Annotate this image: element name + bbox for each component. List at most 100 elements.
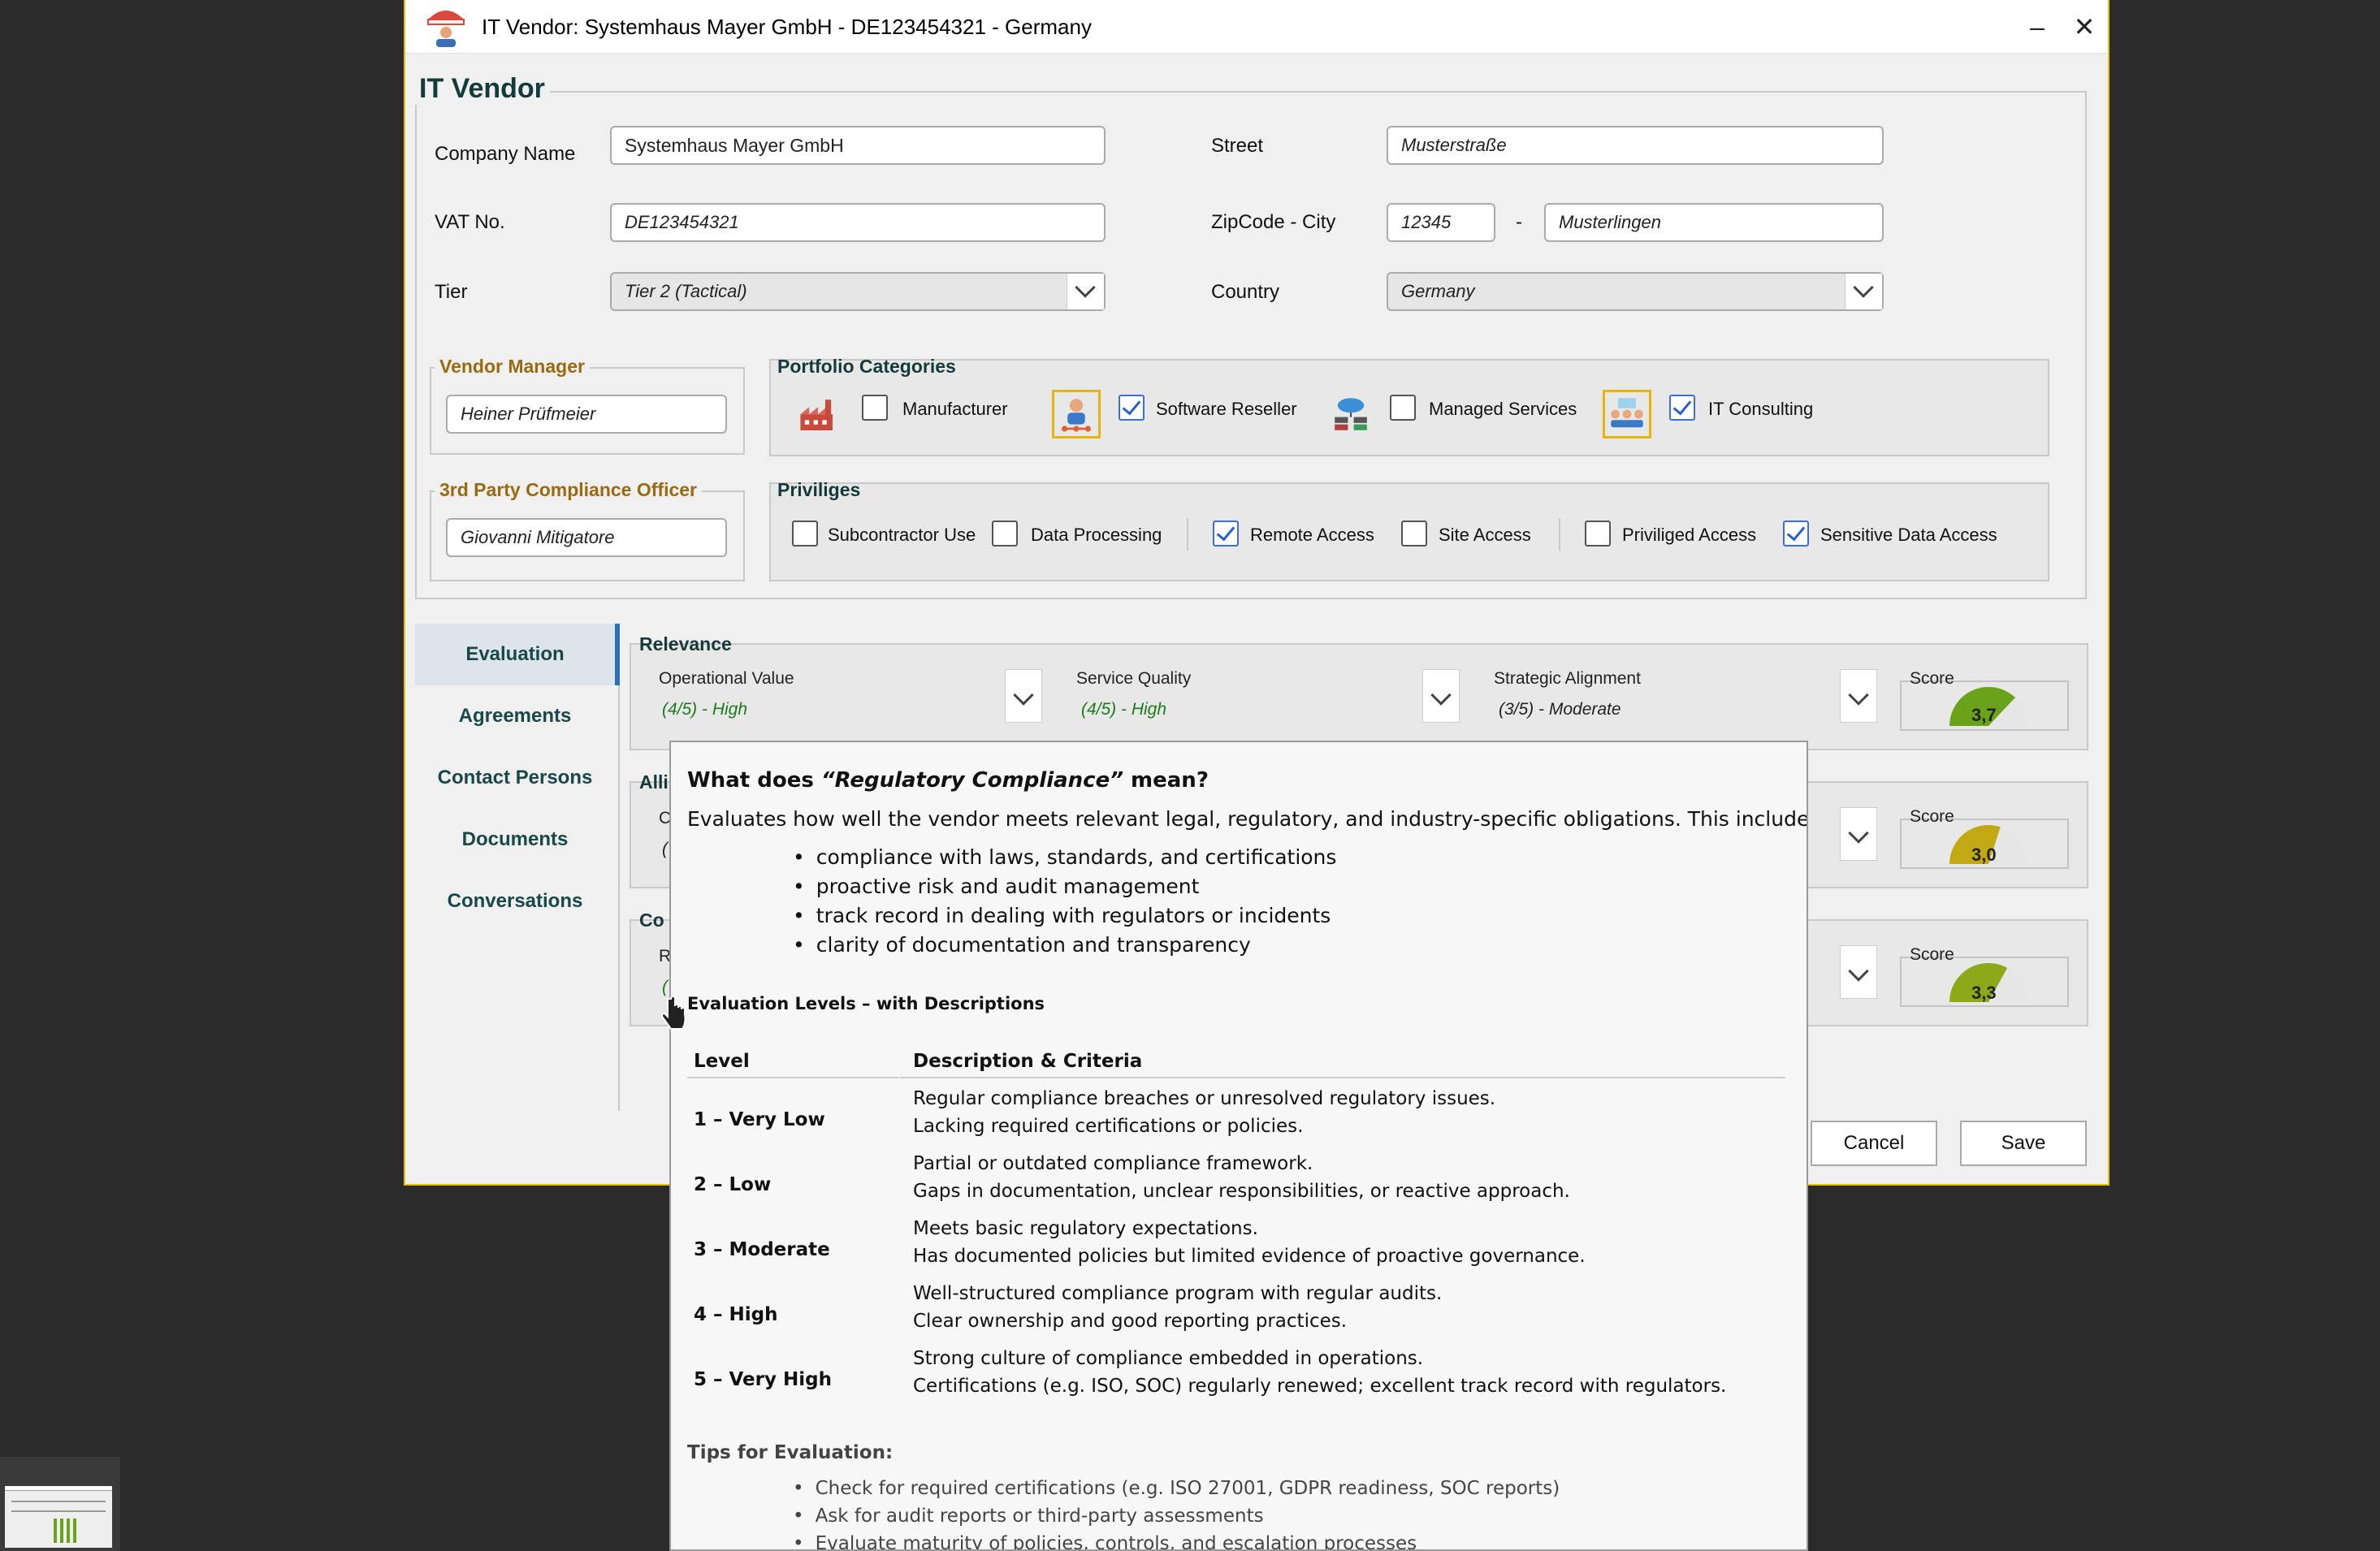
country-select[interactable]: Germany	[1387, 272, 1884, 311]
operational-value-dropdown[interactable]	[1005, 669, 1042, 723]
level-3: 3 – Moderate	[694, 1239, 830, 1260]
level-2: 2 – Low	[694, 1174, 772, 1195]
priviliged-access-checkbox[interactable]	[1585, 521, 1611, 547]
bullet-item: compliance with laws, standards, and cer…	[793, 843, 1337, 872]
tab-documents[interactable]: Documents	[415, 809, 615, 871]
site-access-label: Site Access	[1439, 525, 1531, 545]
level-5-description: Strong culture of compliance embedded in…	[913, 1348, 1727, 1397]
compliance-officer-input[interactable]: Giovanni Mitigatore	[446, 518, 727, 557]
zip-city-separator: -	[1516, 211, 1522, 233]
subcontractor-use-label: Subcontractor Use	[828, 525, 976, 545]
city-input[interactable]: Musterlingen	[1544, 203, 1884, 242]
remote-access-checkbox[interactable]	[1213, 521, 1239, 547]
sensitive-data-access-label: Sensitive Data Access	[1820, 525, 1997, 545]
vendor-manager-input[interactable]: Heiner Prüfmeier	[446, 395, 727, 434]
vat-input[interactable]: DE123454321	[610, 203, 1106, 242]
tab-contact-persons[interactable]: Contact Persons	[415, 747, 615, 809]
privileges-title: Priviliges	[777, 479, 861, 500]
it-consulting-checkbox[interactable]	[1669, 395, 1695, 421]
description-column-header: Description & Criteria	[913, 1051, 1143, 1072]
relevance-title: Relevance	[639, 633, 732, 655]
remote-access-label: Remote Access	[1250, 525, 1374, 545]
compliance-score-value: 3,3	[1971, 983, 1997, 1003]
chevron-down-icon	[1848, 961, 1869, 982]
compliance-officer-title: 3rd Party Compliance Officer	[435, 479, 702, 501]
thumbnail-preview	[5, 1486, 112, 1548]
data-processing-checkbox[interactable]	[992, 521, 1018, 547]
service-quality-dropdown[interactable]	[1422, 669, 1460, 723]
portfolio-title: Portfolio Categories	[777, 356, 956, 377]
tip-item: Ask for audit reports or third-party ass…	[793, 1502, 1560, 1530]
zip-city-label: ZipCode - City	[1211, 211, 1336, 233]
alliance-dropdown[interactable]	[1840, 807, 1877, 861]
tier-dropdown-button[interactable]	[1067, 274, 1104, 309]
close-window-button[interactable]: ✕	[2066, 8, 2103, 45]
level-column-header: Level	[694, 1051, 750, 1072]
operational-value-value[interactable]: (4/5) - High	[662, 700, 747, 719]
bullet-item: track record in dealing with regulators …	[793, 901, 1336, 931]
managed-services-label: Managed Services	[1429, 399, 1577, 419]
subcontractor-use-checkbox[interactable]	[792, 521, 818, 547]
alliance-criterion-value: (	[662, 840, 668, 858]
tab-conversations[interactable]: Conversations	[415, 871, 615, 932]
relevance-score-value: 3,7	[1971, 705, 1997, 725]
software-reseller-label: Software Reseller	[1156, 399, 1297, 419]
chevron-down-icon	[1848, 685, 1869, 706]
tooltip-bullets: compliance with laws, standards, and cer…	[793, 843, 1337, 960]
sensitive-data-access-checkbox[interactable]	[1783, 521, 1809, 547]
factory-icon	[794, 391, 842, 440]
managed-services-checkbox[interactable]	[1390, 395, 1416, 421]
country-label: Country	[1211, 281, 1280, 303]
tooltip-intro: Evaluates how well the vendor meets rele…	[687, 807, 1808, 831]
consulting-icon	[1603, 390, 1651, 439]
country-value: Germany	[1401, 281, 1475, 301]
tip-item: Check for required certifications (e.g. …	[793, 1475, 1560, 1502]
tips-title: Tips for Evaluation:	[687, 1442, 894, 1463]
manufacturer-checkbox[interactable]	[862, 395, 888, 421]
bullet-item: clarity of documentation and transparenc…	[793, 931, 1336, 960]
level-2-description: Partial or outdated compliance framework…	[913, 1153, 1570, 1202]
country-dropdown-button[interactable]	[1845, 274, 1882, 309]
save-button[interactable]: Save	[1960, 1121, 2087, 1166]
it-consulting-label: IT Consulting	[1708, 399, 1814, 419]
level-5: 5 – Very High	[694, 1369, 832, 1390]
vendor-manager-title: Vendor Manager	[435, 356, 590, 378]
tier-select[interactable]: Tier 2 (Tactical)	[610, 272, 1106, 311]
compliance-title: Co	[639, 909, 664, 931]
tab-evaluation[interactable]: Evaluation	[415, 624, 615, 685]
compliance-dropdown[interactable]	[1840, 945, 1877, 999]
vendor-app-icon	[427, 11, 465, 47]
strategic-alignment-value[interactable]: (3/5) - Moderate	[1499, 700, 1621, 719]
chevron-down-icon	[1848, 823, 1869, 844]
hand-cursor-icon	[661, 996, 686, 1030]
service-quality-label: Service Quality	[1076, 669, 1192, 688]
window-thumbnail[interactable]	[0, 1457, 120, 1551]
level-1: 1 – Very Low	[694, 1109, 825, 1130]
tips-list: Check for required certifications (e.g. …	[793, 1475, 1560, 1549]
tip-item: Evaluate maturity of policies, controls,…	[793, 1530, 1560, 1549]
company-name-label: Company Name	[435, 143, 576, 165]
site-access-checkbox[interactable]	[1401, 521, 1427, 547]
tier-value: Tier 2 (Tactical)	[625, 281, 747, 301]
street-input[interactable]: Musterstraße	[1387, 126, 1884, 165]
alliance-title: Alli	[639, 771, 669, 793]
cancel-button[interactable]: Cancel	[1811, 1121, 1937, 1166]
strategic-alignment-dropdown[interactable]	[1840, 669, 1877, 723]
reseller-icon	[1052, 390, 1101, 439]
service-quality-value[interactable]: (4/5) - High	[1081, 700, 1166, 719]
company-name-input[interactable]: Systemhaus Mayer GmbH	[610, 126, 1106, 165]
operational-value-label: Operational Value	[659, 669, 794, 688]
street-label: Street	[1211, 135, 1264, 157]
title-bar[interactable]: IT Vendor: Systemhaus Mayer GmbH - DE123…	[405, 0, 2108, 54]
tooltip-term: “Regulatory Compliance”	[820, 768, 1123, 793]
active-tab-indicator	[615, 624, 620, 685]
software-reseller-checkbox[interactable]	[1119, 395, 1145, 421]
regulatory-compliance-tooltip: What does “Regulatory Compliance” mean? …	[669, 741, 1808, 1551]
tab-agreements[interactable]: Agreements	[415, 685, 615, 747]
data-processing-label: Data Processing	[1031, 525, 1162, 545]
level-4-description: Well-structured compliance program with …	[913, 1283, 1443, 1332]
chevron-down-icon	[1430, 685, 1452, 706]
zip-input[interactable]: 12345	[1387, 203, 1495, 242]
levels-title: Evaluation Levels – with Descriptions	[687, 994, 1045, 1013]
minimize-button[interactable]: –	[2019, 8, 2056, 45]
